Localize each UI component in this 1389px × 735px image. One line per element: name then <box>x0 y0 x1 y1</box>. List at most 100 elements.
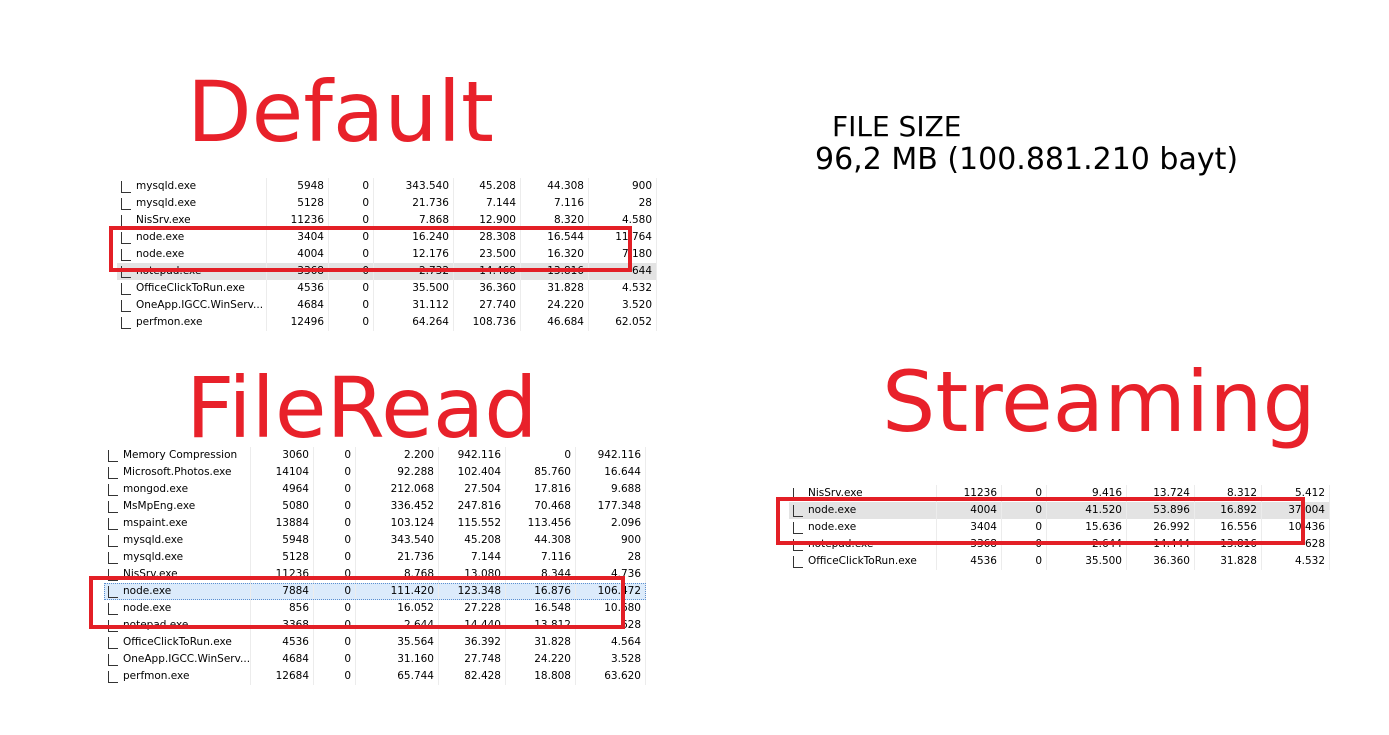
cell-working-set-peak: 35.500 <box>1047 553 1127 570</box>
row-checkbox-icon[interactable] <box>108 517 118 530</box>
cell-private-ws: 44.308 <box>506 532 576 549</box>
table-row[interactable]: MsMpEng.exe 5080 0 336.452 247.816 70.468 177.… <box>104 498 646 515</box>
row-checkbox-icon[interactable] <box>121 299 131 312</box>
table-row[interactable]: mysqld.exe 5128 0 21.736 7.144 7.116 28 <box>104 549 646 566</box>
table-row[interactable]: OfficeClickToRun.exe 4536 0 35.564 36.392 31.… <box>104 634 646 651</box>
process-name-text: Memory Compression <box>123 449 238 461</box>
cell-working-set-peak: 92.288 <box>356 464 439 481</box>
cell-shared-ws: 4.564 <box>576 634 646 651</box>
table-row[interactable]: mongod.exe 4964 0 212.068 27.504 17.816 9.688 <box>104 481 646 498</box>
cell-process-name: Memory Compression <box>104 447 251 464</box>
cell-cpu: 0 <box>314 651 356 668</box>
cell-shared-ws: 28 <box>589 195 657 212</box>
cell-pid: 5128 <box>251 549 314 566</box>
cell-shared-ws: 3.528 <box>576 651 646 668</box>
process-name-text: mysqld.exe <box>136 180 197 192</box>
row-checkbox-icon[interactable] <box>121 197 131 210</box>
cell-pid: 5080 <box>251 498 314 515</box>
row-checkbox-icon[interactable] <box>121 214 131 227</box>
cell-cpu: 0 <box>314 515 356 532</box>
row-checkbox-icon[interactable] <box>108 653 118 666</box>
cell-process-name: OneApp.IGCC.WinServ... <box>104 651 251 668</box>
row-checkbox-icon[interactable] <box>108 551 118 564</box>
table-row[interactable]: Microsoft.Photos.exe 14104 0 92.288 102.404 8… <box>104 464 646 481</box>
cell-working-set-peak: 343.540 <box>356 532 439 549</box>
cell-working-set: 45.208 <box>454 178 521 195</box>
table-row[interactable]: OfficeClickToRun.exe 4536 0 35.500 36.360 31.… <box>117 280 657 297</box>
cell-working-set-peak: 212.068 <box>356 481 439 498</box>
highlight-box-streaming <box>776 497 1305 545</box>
process-name-text: mysqld.exe <box>123 534 184 546</box>
cell-private-ws: 70.468 <box>506 498 576 515</box>
cell-shared-ws: 942.116 <box>576 447 646 464</box>
cell-working-set: 36.360 <box>1127 553 1195 570</box>
row-checkbox-icon[interactable] <box>108 636 118 649</box>
cell-cpu: 0 <box>314 447 356 464</box>
heading-streaming: Streaming <box>882 353 1316 451</box>
cell-cpu: 0 <box>329 297 374 314</box>
cell-private-ws: 7.116 <box>521 195 589 212</box>
cell-process-name: perfmon.exe <box>104 668 251 685</box>
table-row[interactable]: mysqld.exe 5948 0 343.540 45.208 44.308 900 <box>104 532 646 549</box>
cell-process-name: OfficeClickToRun.exe <box>789 553 937 570</box>
cell-process-name: mysqld.exe <box>117 195 267 212</box>
table-row[interactable]: mysqld.exe 5128 0 21.736 7.144 7.116 28 <box>117 195 657 212</box>
cell-pid: 13884 <box>251 515 314 532</box>
file-size-value: 96,2 MB (100.881.210 bayt) <box>815 142 1239 177</box>
cell-private-ws: 17.816 <box>506 481 576 498</box>
row-checkbox-icon[interactable] <box>121 316 131 329</box>
cell-pid: 3060 <box>251 447 314 464</box>
cell-shared-ws: 177.348 <box>576 498 646 515</box>
table-row[interactable]: OfficeClickToRun.exe 4536 0 35.500 36.360 31.… <box>789 553 1330 570</box>
cell-working-set: 36.360 <box>454 280 521 297</box>
cell-working-set-peak: 21.736 <box>356 549 439 566</box>
cell-private-ws: 85.760 <box>506 464 576 481</box>
cell-working-set-peak: 343.540 <box>374 178 454 195</box>
cell-working-set: 115.552 <box>439 515 506 532</box>
process-name-text: mysqld.exe <box>123 551 184 563</box>
cell-pid: 12684 <box>251 668 314 685</box>
cell-cpu: 0 <box>329 280 374 297</box>
cell-pid: 5128 <box>267 195 329 212</box>
cell-private-ws: 24.220 <box>506 651 576 668</box>
cell-process-name: MsMpEng.exe <box>104 498 251 515</box>
cell-pid: 14104 <box>251 464 314 481</box>
cell-cpu: 0 <box>1002 553 1047 570</box>
table-row[interactable]: Memory Compression 3060 0 2.200 942.116 0 942.… <box>104 447 646 464</box>
row-checkbox-icon[interactable] <box>108 534 118 547</box>
cell-private-ws: 0 <box>506 447 576 464</box>
table-row[interactable]: OneApp.IGCC.WinServ... 4684 0 31.160 27.748 2… <box>104 651 646 668</box>
row-checkbox-icon[interactable] <box>108 500 118 513</box>
row-checkbox-icon[interactable] <box>108 449 118 462</box>
process-name-text: OfficeClickToRun.exe <box>808 555 917 567</box>
row-checkbox-icon[interactable] <box>108 670 118 683</box>
process-name-text: mysqld.exe <box>136 197 197 209</box>
table-row[interactable]: mysqld.exe 5948 0 343.540 45.208 44.308 900 <box>117 178 657 195</box>
cell-cpu: 0 <box>329 178 374 195</box>
row-checkbox-icon[interactable] <box>108 466 118 479</box>
row-checkbox-icon[interactable] <box>121 180 131 193</box>
cell-working-set: 27.504 <box>439 481 506 498</box>
row-checkbox-icon[interactable] <box>121 282 131 295</box>
cell-private-ws: 31.828 <box>521 280 589 297</box>
cell-process-name: mongod.exe <box>104 481 251 498</box>
table-row[interactable]: perfmon.exe 12496 0 64.264 108.736 46.684 62.0… <box>117 314 657 331</box>
table-row[interactable]: perfmon.exe 12684 0 65.744 82.428 18.808 63.62… <box>104 668 646 685</box>
table-row[interactable]: mspaint.exe 13884 0 103.124 115.552 113.456 2.… <box>104 515 646 532</box>
cell-pid: 4536 <box>267 280 329 297</box>
cell-shared-ws: 900 <box>576 532 646 549</box>
cell-pid: 4536 <box>251 634 314 651</box>
cell-shared-ws: 63.620 <box>576 668 646 685</box>
cell-working-set-peak: 35.500 <box>374 280 454 297</box>
cell-working-set: 27.748 <box>439 651 506 668</box>
cell-private-ws: 18.808 <box>506 668 576 685</box>
row-checkbox-icon[interactable] <box>108 483 118 496</box>
cell-working-set: 108.736 <box>454 314 521 331</box>
cell-shared-ws: 4.532 <box>1262 553 1330 570</box>
process-name-text: OneApp.IGCC.WinServ... <box>136 299 264 311</box>
row-checkbox-icon[interactable] <box>793 555 803 568</box>
cell-process-name: mysqld.exe <box>104 532 251 549</box>
table-row[interactable]: OneApp.IGCC.WinServ... 4684 0 31.112 27.740 2… <box>117 297 657 314</box>
cell-cpu: 0 <box>314 481 356 498</box>
cell-working-set: 36.392 <box>439 634 506 651</box>
